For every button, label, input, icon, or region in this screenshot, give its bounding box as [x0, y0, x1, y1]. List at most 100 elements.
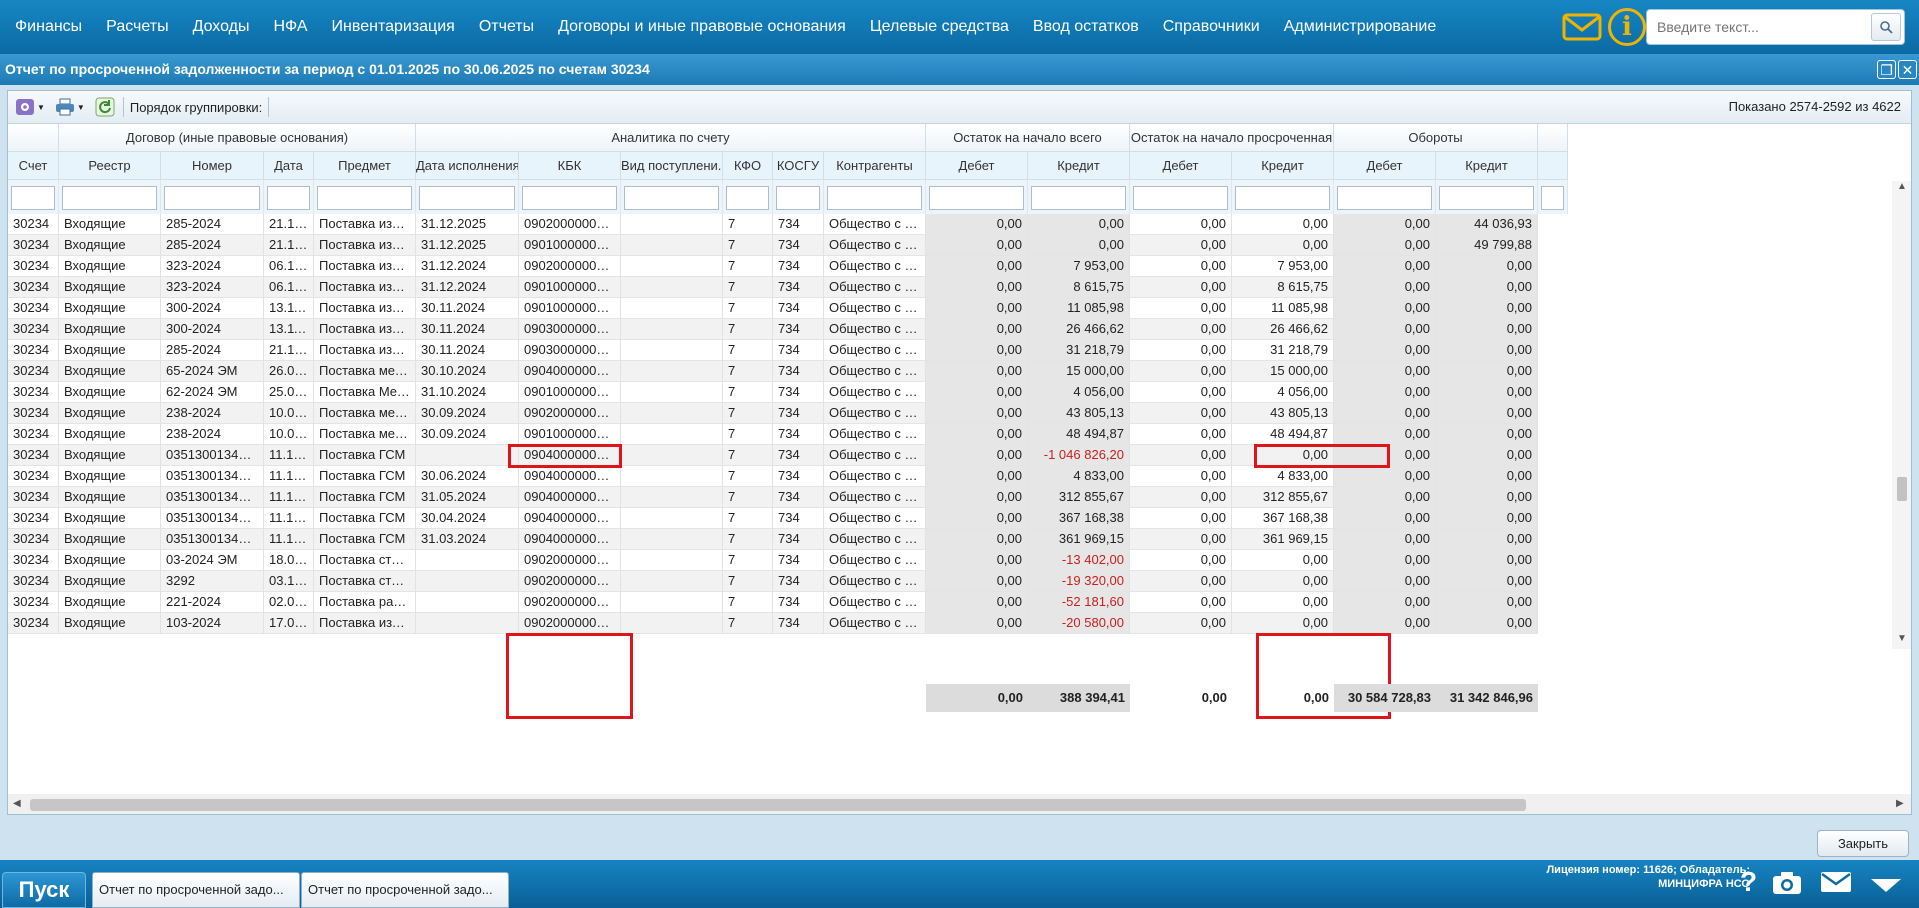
filter-input[interactable]: [317, 186, 412, 210]
column-header[interactable]: КФО: [723, 152, 773, 180]
filter-input[interactable]: [776, 186, 820, 210]
menu-item[interactable]: Финансы: [3, 0, 94, 54]
table-cell: Поставка ГСМ: [314, 508, 416, 529]
table-row[interactable]: 30234 Входящие 238-2024 10.09.... Поставка м…: [8, 403, 1538, 424]
column-header[interactable]: Вид поступлени...: [621, 152, 723, 180]
table-row[interactable]: 30234 Входящие 65-2024 ЭМ 26.09.... Поставка…: [8, 361, 1538, 382]
filter-input[interactable]: [624, 186, 719, 210]
filter-input[interactable]: [522, 186, 617, 210]
table-row[interactable]: 30234 Входящие 323-2024 06.12.... Поставка и…: [8, 277, 1538, 298]
column-header[interactable]: Предмет: [314, 152, 416, 180]
table-row[interactable]: 30234 Входящие 0351300134723... 11.10.... По…: [8, 508, 1538, 529]
menu-item[interactable]: Отчеты: [467, 0, 546, 54]
table-row[interactable]: 30234 Входящие 300-2024 13.11.... Поставка и…: [8, 319, 1538, 340]
refresh-button[interactable]: [93, 96, 117, 118]
menu-item[interactable]: Справочники: [1151, 0, 1272, 54]
menu-item[interactable]: Доходы: [181, 0, 262, 54]
table-row[interactable]: 30234 Входящие 0351300134723... 11.10.... По…: [8, 445, 1538, 466]
start-button[interactable]: Пуск: [2, 872, 86, 908]
camera-icon[interactable]: [1772, 870, 1802, 899]
filter-input[interactable]: [726, 186, 769, 210]
menu-item[interactable]: Расчеты: [94, 0, 180, 54]
column-header[interactable]: Дата исполнения: [416, 152, 519, 180]
search-button[interactable]: [1871, 13, 1901, 41]
filter-input[interactable]: [1541, 186, 1564, 210]
table-row[interactable]: 30234 Входящие 285-2024 21.10.... Поставка и…: [8, 235, 1538, 256]
table-cell: 11.10....: [264, 445, 314, 466]
settings-menu-button[interactable]: ▼: [13, 96, 47, 118]
filter-input[interactable]: [1133, 186, 1228, 210]
column-header[interactable]: Реестр: [59, 152, 161, 180]
menu-item[interactable]: Целевые средства: [858, 0, 1021, 54]
help-icon[interactable]: ?: [1740, 866, 1757, 898]
column-header[interactable]: Контрагенты: [824, 152, 926, 180]
table-row[interactable]: 30234 Входящие 0351300134723... 11.10.... По…: [8, 466, 1538, 487]
print-menu-button[interactable]: ▼: [53, 96, 87, 118]
table-row[interactable]: 30234 Входящие 285-2024 21.10.... Поставка и…: [8, 340, 1538, 361]
filter-input[interactable]: [267, 186, 310, 210]
filter-input[interactable]: [11, 186, 55, 210]
menu-item[interactable]: Ввод остатков: [1021, 0, 1151, 54]
table-row[interactable]: 30234 Входящие 0351300134723... 11.10.... По…: [8, 529, 1538, 550]
table-row[interactable]: 30234 Входящие 323-2024 06.12.... Поставка и…: [8, 256, 1538, 277]
filter-input[interactable]: [164, 186, 260, 210]
horizontal-scroll-thumb[interactable]: [30, 799, 1526, 811]
filter-input[interactable]: [929, 186, 1024, 210]
scroll-left-icon[interactable]: ◀: [13, 798, 21, 809]
column-header[interactable]: Дата: [264, 152, 314, 180]
table-row[interactable]: 30234 Входящие 3292 03.10.... Поставка стома…: [8, 571, 1538, 592]
filter-input[interactable]: [827, 186, 922, 210]
table-row[interactable]: 30234 Входящие 238-2024 10.09.... Поставка м…: [8, 424, 1538, 445]
taskbar-tab[interactable]: Отчет по просроченной задо...: [301, 872, 509, 908]
column-header[interactable]: Дебет: [926, 152, 1028, 180]
column-header[interactable]: Дебет: [1334, 152, 1436, 180]
chevron-down-icon[interactable]: [1870, 878, 1902, 897]
menu-item[interactable]: Инвентаризация: [320, 0, 467, 54]
restore-window-button[interactable]: ❐: [1877, 60, 1896, 79]
filter-input[interactable]: [1439, 186, 1534, 210]
scroll-down-icon[interactable]: ▼: [1897, 633, 1907, 644]
column-header[interactable]: Дебет: [1130, 152, 1232, 180]
table-cell: 0,00: [1334, 340, 1436, 361]
filter-input[interactable]: [419, 186, 515, 210]
vertical-scrollbar[interactable]: ▲ ▼: [1892, 181, 1911, 649]
info-icon[interactable]: i: [1608, 8, 1646, 46]
mail-icon[interactable]: [1820, 870, 1852, 897]
table-cell: 0,00: [1334, 550, 1436, 571]
vertical-scroll-thumb[interactable]: [1897, 477, 1907, 501]
table-row[interactable]: 30234 Входящие 03-2024 ЭМ 18.01.... Поставка…: [8, 550, 1538, 571]
column-header[interactable]: Кредит: [1232, 152, 1334, 180]
table-row[interactable]: 30234 Входящие 62-2024 ЭМ 25.09.... Поставка…: [8, 382, 1538, 403]
column-header[interactable]: Номер: [161, 152, 264, 180]
table-cell: 43 805,13: [1028, 403, 1130, 424]
table-cell: 7 953,00: [1028, 256, 1130, 277]
column-header[interactable]: Кредит: [1436, 152, 1538, 180]
table-row[interactable]: 30234 Входящие 0351300134723... 11.10.... По…: [8, 487, 1538, 508]
column-header[interactable]: Кредит: [1028, 152, 1130, 180]
notifications-mail-icon[interactable]: [1562, 11, 1604, 43]
scroll-right-icon[interactable]: ▶: [1896, 798, 1904, 809]
table-cell: Общество с огр...: [824, 340, 926, 361]
grouping-order-label: Порядок группировки:: [129, 99, 263, 115]
table-row[interactable]: 30234 Входящие 221-2024 02.09.... Поставка р…: [8, 592, 1538, 613]
menu-item[interactable]: Администрирование: [1272, 0, 1449, 54]
search-input[interactable]: [1647, 12, 1871, 42]
column-header[interactable]: Счет: [8, 152, 59, 180]
table-cell: 0903000000000...: [519, 319, 621, 340]
filter-input[interactable]: [1337, 186, 1432, 210]
scroll-up-icon[interactable]: ▲: [1897, 181, 1907, 192]
close-button[interactable]: Закрыть: [1817, 830, 1909, 857]
table-row[interactable]: 30234 Входящие 285-2024 21.10.... Поставка и…: [8, 214, 1538, 235]
filter-input[interactable]: [62, 186, 157, 210]
table-row[interactable]: 30234 Входящие 300-2024 13.11.... Поставка и…: [8, 298, 1538, 319]
horizontal-scrollbar[interactable]: ◀ ▶: [8, 794, 1911, 814]
menu-item[interactable]: НФА: [262, 0, 320, 54]
column-header[interactable]: КБК: [519, 152, 621, 180]
taskbar-tab[interactable]: Отчет по просроченной задо...: [92, 872, 300, 908]
close-window-button[interactable]: ✕: [1898, 60, 1917, 79]
column-header[interactable]: КОСГУ: [773, 152, 824, 180]
table-row[interactable]: 30234 Входящие 103-2024 17.04.... Поставка и…: [8, 613, 1538, 634]
menu-item[interactable]: Договоры и иные правовые основания: [546, 0, 858, 54]
filter-input[interactable]: [1235, 186, 1330, 210]
filter-input[interactable]: [1031, 186, 1126, 210]
